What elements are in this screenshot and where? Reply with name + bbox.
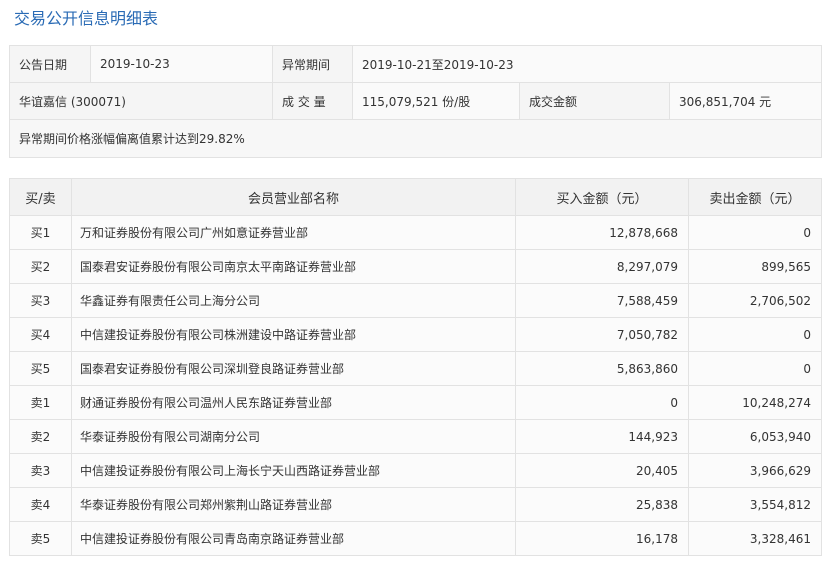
- row-side: 买3: [9, 283, 72, 318]
- row-buy-amount: 12,878,668: [515, 215, 689, 250]
- table-row: 买2 国泰君安证券股份有限公司南京太平南路证券营业部 8,297,079 899…: [9, 249, 822, 284]
- row-sell-amount: 3,328,461: [688, 521, 822, 556]
- row-sell-amount: 2,706,502: [688, 283, 822, 318]
- row-buy-amount: 144,923: [515, 419, 689, 454]
- row-side: 买5: [9, 351, 72, 386]
- row-buy-amount: 7,050,782: [515, 317, 689, 352]
- row-buy-amount: 0: [515, 385, 689, 420]
- row-side: 卖4: [9, 487, 72, 522]
- table-row: 买1 万和证券股份有限公司广州如意证券营业部 12,878,668 0: [9, 215, 822, 250]
- page-title: 交易公开信息明细表: [14, 9, 159, 28]
- row-side: 卖5: [9, 521, 72, 556]
- table-row: 买5 国泰君安证券股份有限公司深圳登良路证券营业部 5,863,860 0: [9, 351, 822, 386]
- detail-header-row: 买/卖 会员营业部名称 买入金额（元） 卖出金额（元）: [9, 178, 822, 216]
- row-side: 卖1: [9, 385, 72, 420]
- row-buy-amount: 16,178: [515, 521, 689, 556]
- detail-table: 买/卖 会员营业部名称 买入金额（元） 卖出金额（元） 买1 万和证券股份有限公…: [9, 178, 822, 556]
- table-row: 卖4 华泰证券股份有限公司郑州紫荆山路证券营业部 25,838 3,554,81…: [9, 487, 822, 522]
- table-row: 买3 华鑫证券有限责任公司上海分公司 7,588,459 2,706,502: [9, 283, 822, 318]
- header-sell-amount: 卖出金额（元）: [688, 178, 822, 216]
- row-side: 买1: [9, 215, 72, 250]
- row-sell-amount: 3,554,812: [688, 487, 822, 522]
- abnormal-period-label: 异常期间: [272, 45, 353, 83]
- row-branch-name: 万和证券股份有限公司广州如意证券营业部: [71, 215, 516, 250]
- row-branch-name: 国泰君安证券股份有限公司南京太平南路证券营业部: [71, 249, 516, 284]
- row-sell-amount: 10,248,274: [688, 385, 822, 420]
- row-sell-amount: 0: [688, 215, 822, 250]
- summary-row-trade: 华谊嘉信 (300071) 成 交 量 115,079,521 份/股 成交金额…: [9, 82, 822, 120]
- row-buy-amount: 8,297,079: [515, 249, 689, 284]
- volume-value: 115,079,521 份/股: [352, 82, 520, 120]
- summary-row-reason: 异常期间价格涨幅偏离值累计达到29.82%: [9, 119, 822, 158]
- row-buy-amount: 7,588,459: [515, 283, 689, 318]
- volume-label: 成 交 量: [272, 82, 353, 120]
- row-sell-amount: 0: [688, 351, 822, 386]
- row-branch-name: 中信建投证券股份有限公司青岛南京路证券营业部: [71, 521, 516, 556]
- table-row: 买4 中信建投证券股份有限公司株洲建设中路证券营业部 7,050,782 0: [9, 317, 822, 352]
- row-branch-name: 华泰证券股份有限公司郑州紫荆山路证券营业部: [71, 487, 516, 522]
- row-buy-amount: 5,863,860: [515, 351, 689, 386]
- row-buy-amount: 20,405: [515, 453, 689, 488]
- table-row: 卖2 华泰证券股份有限公司湖南分公司 144,923 6,053,940: [9, 419, 822, 454]
- row-branch-name: 华鑫证券有限责任公司上海分公司: [71, 283, 516, 318]
- row-sell-amount: 0: [688, 317, 822, 352]
- row-sell-amount: 3,966,629: [688, 453, 822, 488]
- row-side: 买4: [9, 317, 72, 352]
- row-side: 卖3: [9, 453, 72, 488]
- header-buy-amount: 买入金额（元）: [515, 178, 689, 216]
- row-branch-name: 中信建投证券股份有限公司上海长宁天山西路证券营业部: [71, 453, 516, 488]
- table-row: 卖3 中信建投证券股份有限公司上海长宁天山西路证券营业部 20,405 3,96…: [9, 453, 822, 488]
- row-side: 卖2: [9, 419, 72, 454]
- header-branch-name: 会员营业部名称: [71, 178, 516, 216]
- row-sell-amount: 6,053,940: [688, 419, 822, 454]
- header-side: 买/卖: [9, 178, 72, 216]
- amount-label: 成交金额: [519, 82, 670, 120]
- summary-table: 公告日期 2019-10-23 异常期间 2019-10-21至2019-10-…: [9, 45, 822, 158]
- row-branch-name: 财通证券股份有限公司温州人民东路证券营业部: [71, 385, 516, 420]
- abnormal-reason: 异常期间价格涨幅偏离值累计达到29.82%: [9, 119, 822, 158]
- row-sell-amount: 899,565: [688, 249, 822, 284]
- announce-date-value: 2019-10-23: [90, 45, 273, 83]
- summary-row-date: 公告日期 2019-10-23 异常期间 2019-10-21至2019-10-…: [9, 45, 822, 83]
- row-branch-name: 国泰君安证券股份有限公司深圳登良路证券营业部: [71, 351, 516, 386]
- row-branch-name: 中信建投证券股份有限公司株洲建设中路证券营业部: [71, 317, 516, 352]
- row-buy-amount: 25,838: [515, 487, 689, 522]
- abnormal-period-value: 2019-10-21至2019-10-23: [352, 45, 822, 83]
- announce-date-label: 公告日期: [9, 45, 91, 83]
- table-row: 卖5 中信建投证券股份有限公司青岛南京路证券营业部 16,178 3,328,4…: [9, 521, 822, 556]
- stock-name: 华谊嘉信 (300071): [9, 82, 273, 120]
- row-branch-name: 华泰证券股份有限公司湖南分公司: [71, 419, 516, 454]
- amount-value: 306,851,704 元: [669, 82, 822, 120]
- row-side: 买2: [9, 249, 72, 284]
- table-row: 卖1 财通证券股份有限公司温州人民东路证券营业部 0 10,248,274: [9, 385, 822, 420]
